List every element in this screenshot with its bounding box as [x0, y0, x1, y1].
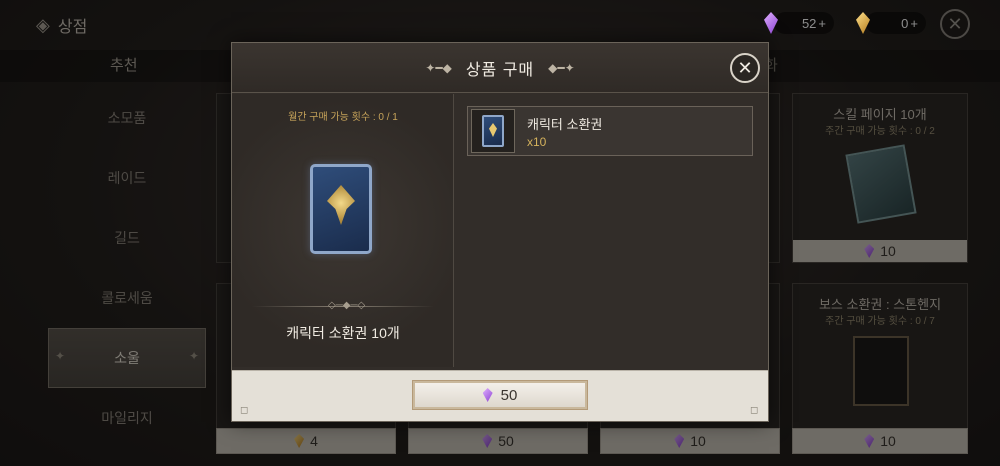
ornament-icon: ◆━✦: [548, 60, 575, 75]
amethyst-icon: [482, 388, 493, 402]
purchase-modal: ✦━◆ 상품 구매 ◆━✦ ✕ 월간 구매 가능 횟수 : 0 / 1 ◇─◆─…: [231, 42, 769, 422]
modal-footer: ◻ ◻ 50: [232, 370, 768, 421]
close-icon: ✕: [737, 57, 753, 78]
buy-price: 50: [500, 386, 518, 404]
ornament-icon: ◇─◆─◇: [328, 300, 366, 311]
summon-card-icon: [310, 164, 372, 254]
list-item-qty: x10: [527, 134, 547, 149]
item-name: 캐릭터 소환권 10개: [286, 325, 400, 341]
list-item-name: 캐릭터 소환권: [527, 116, 603, 132]
corner-icon: ◻: [240, 405, 249, 416]
monthly-limit: 월간 구매 가능 횟수 : 0 / 1: [288, 112, 398, 123]
modal-header: ✦━◆ 상품 구매 ◆━✦: [232, 43, 768, 93]
list-item[interactable]: 캐릭터 소환권 x10: [467, 106, 753, 156]
corner-icon: ◻: [750, 405, 759, 416]
item-preview-panel: 월간 구매 가능 횟수 : 0 / 1 ◇─◆─◇ 캐릭터 소환권 10개: [232, 94, 454, 367]
modal-title: 상품 구매: [465, 61, 535, 79]
close-modal-button[interactable]: ✕: [730, 53, 760, 83]
summon-ticket-icon: [471, 109, 515, 153]
buy-button[interactable]: 50: [412, 380, 588, 410]
contents-list: 캐릭터 소환권 x10: [455, 94, 768, 367]
ornament-icon: ✦━◆: [425, 60, 452, 75]
